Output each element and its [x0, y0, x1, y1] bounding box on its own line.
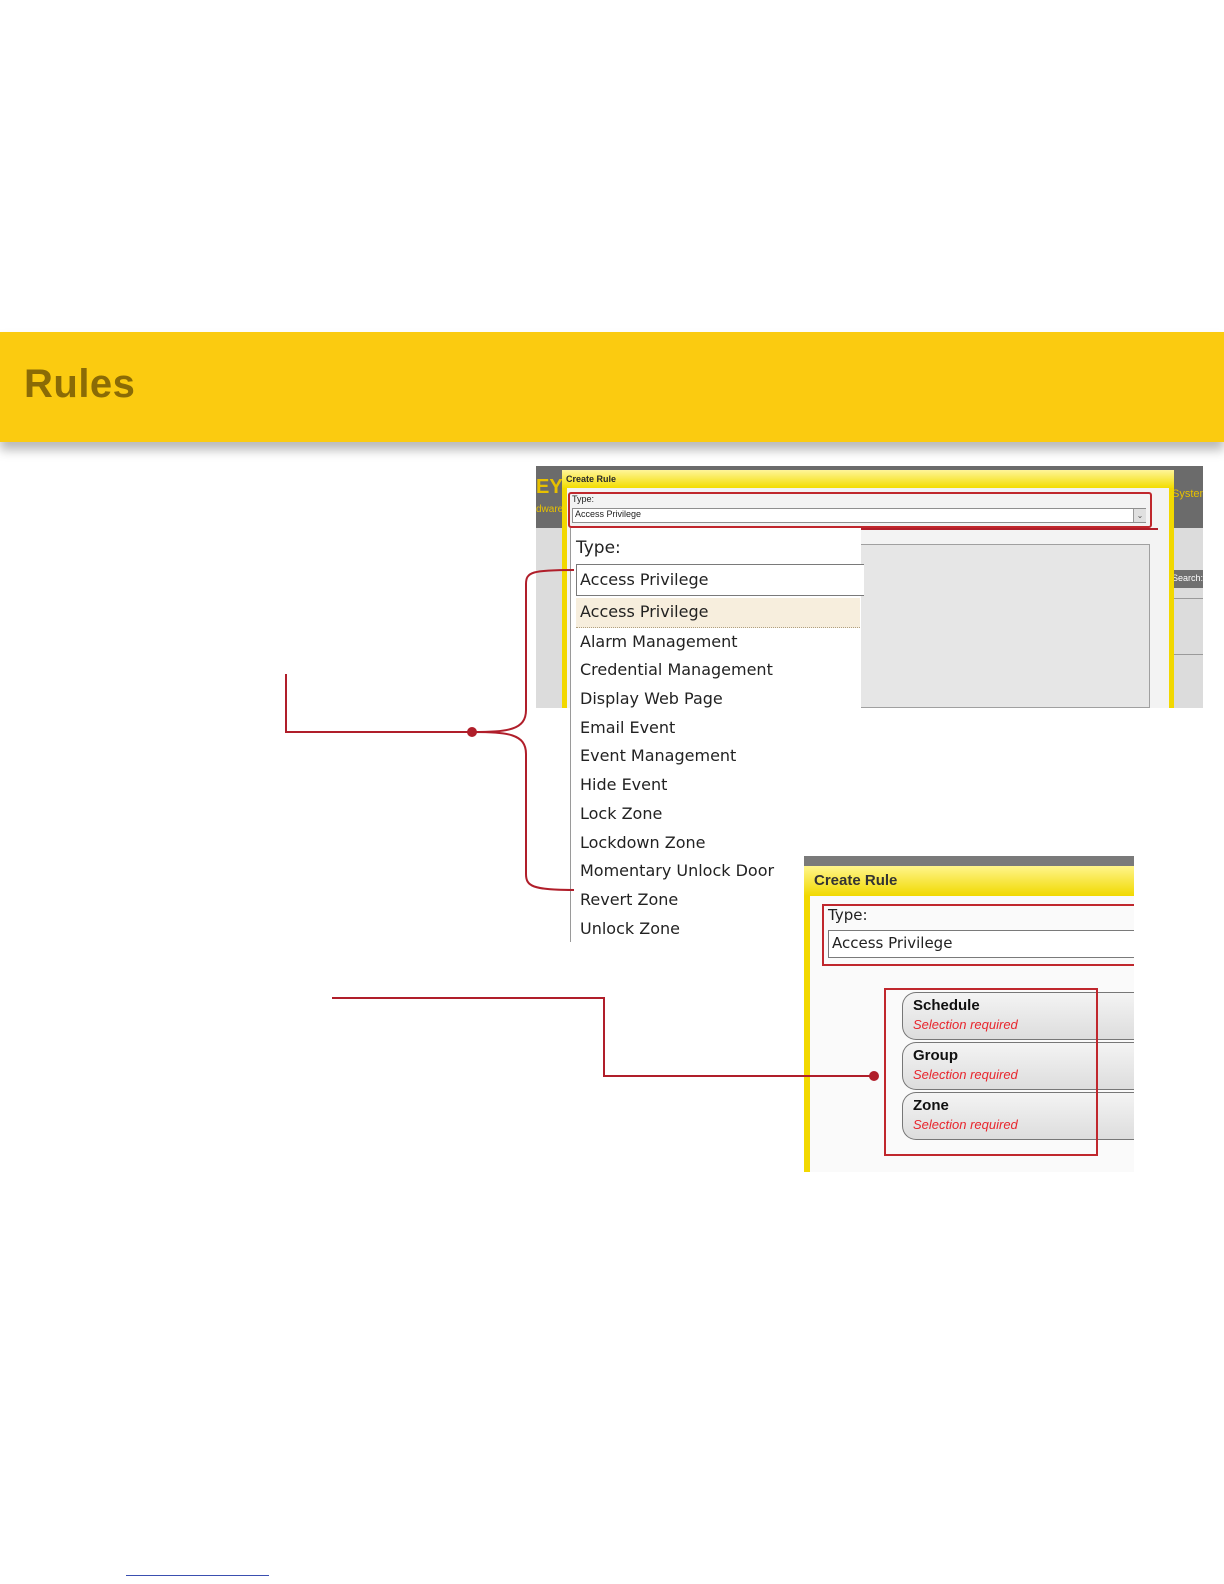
option-display-web-page[interactable]: Display Web Page [576, 685, 860, 714]
option-alarm-management[interactable]: Alarm Management [576, 628, 860, 657]
type-label: Type: [828, 906, 868, 924]
callout-line [858, 528, 1158, 530]
app-logo: EY [536, 476, 563, 498]
option-access-privilege[interactable]: Access Privilege [576, 598, 860, 628]
type-select-value: Access Privilege [580, 570, 709, 589]
option-credential-management[interactable]: Credential Management [576, 656, 860, 685]
type-select[interactable] [572, 508, 1146, 523]
type-select-value: Access Privilege [832, 934, 953, 952]
option-hide-event[interactable]: Hide Event [576, 771, 860, 800]
search-label: Search: [1172, 573, 1203, 583]
app-subtitle: dware [536, 504, 564, 515]
option-email-event[interactable]: Email Event [576, 714, 860, 743]
dialog-title: Create Rule [562, 470, 1174, 488]
type-label: Type: [572, 494, 595, 504]
section-banner [0, 332, 1224, 442]
requirements-highlight-box [884, 988, 1098, 1156]
section-title: Rules [24, 362, 136, 406]
callout-bracket-dropdown [285, 569, 575, 891]
footnote-separator [126, 1575, 269, 1576]
option-lockdown-zone[interactable]: Lockdown Zone [576, 829, 860, 858]
type-select-value: Access Privilege [575, 509, 642, 519]
option-event-management[interactable]: Event Management [576, 742, 860, 771]
type-label: Type: [576, 538, 621, 558]
chevron-down-icon[interactable]: ⌄ [1133, 509, 1146, 522]
system-menu-link[interactable]: System [1172, 488, 1203, 500]
rule-details-panel [858, 544, 1150, 708]
app-header-bar [804, 856, 1134, 866]
callout-line-requirements [332, 997, 879, 1081]
option-lock-zone[interactable]: Lock Zone [576, 800, 860, 829]
dialog-title: Create Rule [804, 866, 1134, 896]
